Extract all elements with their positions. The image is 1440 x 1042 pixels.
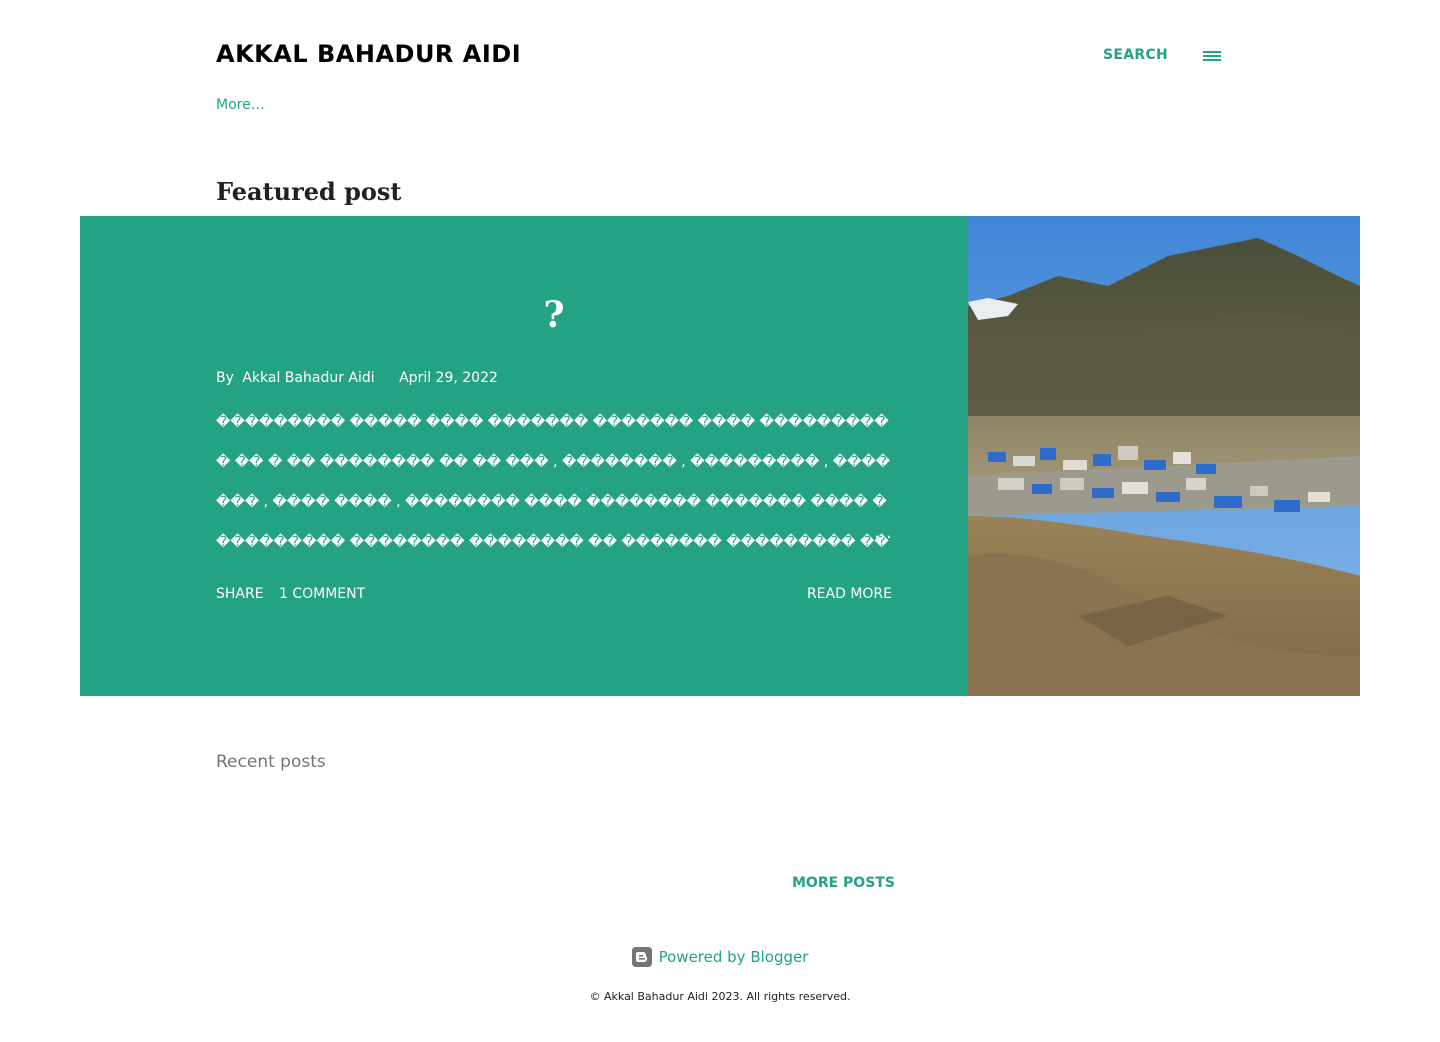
more-posts-button[interactable]: MORE POSTS (792, 875, 895, 891)
search-button[interactable]: SEARCH (1103, 47, 1168, 63)
blog-title[interactable]: AKKAL BAHADUR AIDI (216, 40, 521, 68)
copyright-text: © Akkal Bahadur Aidi 2023. All rights re… (589, 990, 851, 1003)
site-header: AKKAL BAHADUR AIDI SEARCH (216, 36, 1224, 76)
powered-by: Powered by Blogger (0, 947, 1440, 971)
powered-by-text: Powered by Blogger (658, 948, 809, 966)
read-more-link[interactable]: READ MORE (807, 586, 892, 602)
hamburger-menu-icon[interactable] (1202, 48, 1222, 64)
recent-posts-heading: Recent posts (216, 752, 326, 772)
post-author[interactable]: Akkal Bahadur Aidi (242, 370, 374, 386)
blogger-icon (631, 947, 652, 967)
post-actions: SHARE 1 COMMENT READ MORE (216, 586, 892, 606)
mountain-village-photo (968, 216, 1360, 696)
comments-link[interactable]: 1 COMMENT (279, 586, 365, 602)
post-snippet: ��������� ����� ���� ������� ������� ���… (216, 414, 891, 550)
snippet-ellipsis: … (874, 522, 892, 543)
byline-prefix: By (216, 370, 234, 386)
more-pages-link[interactable]: More… (216, 97, 265, 113)
featured-post-card: ? By Akkal Bahadur Aidi April 29, 2022 �… (80, 216, 1360, 696)
post-title[interactable]: ? (216, 294, 892, 336)
post-date[interactable]: April 29, 2022 (399, 370, 498, 386)
post-byline: By Akkal Bahadur Aidi April 29, 2022 (216, 370, 502, 386)
powered-by-blogger-link[interactable]: Powered by Blogger (631, 947, 809, 967)
featured-post-image[interactable] (968, 216, 1360, 696)
share-button[interactable]: SHARE (216, 586, 264, 602)
featured-post-heading: Featured post (216, 177, 402, 206)
